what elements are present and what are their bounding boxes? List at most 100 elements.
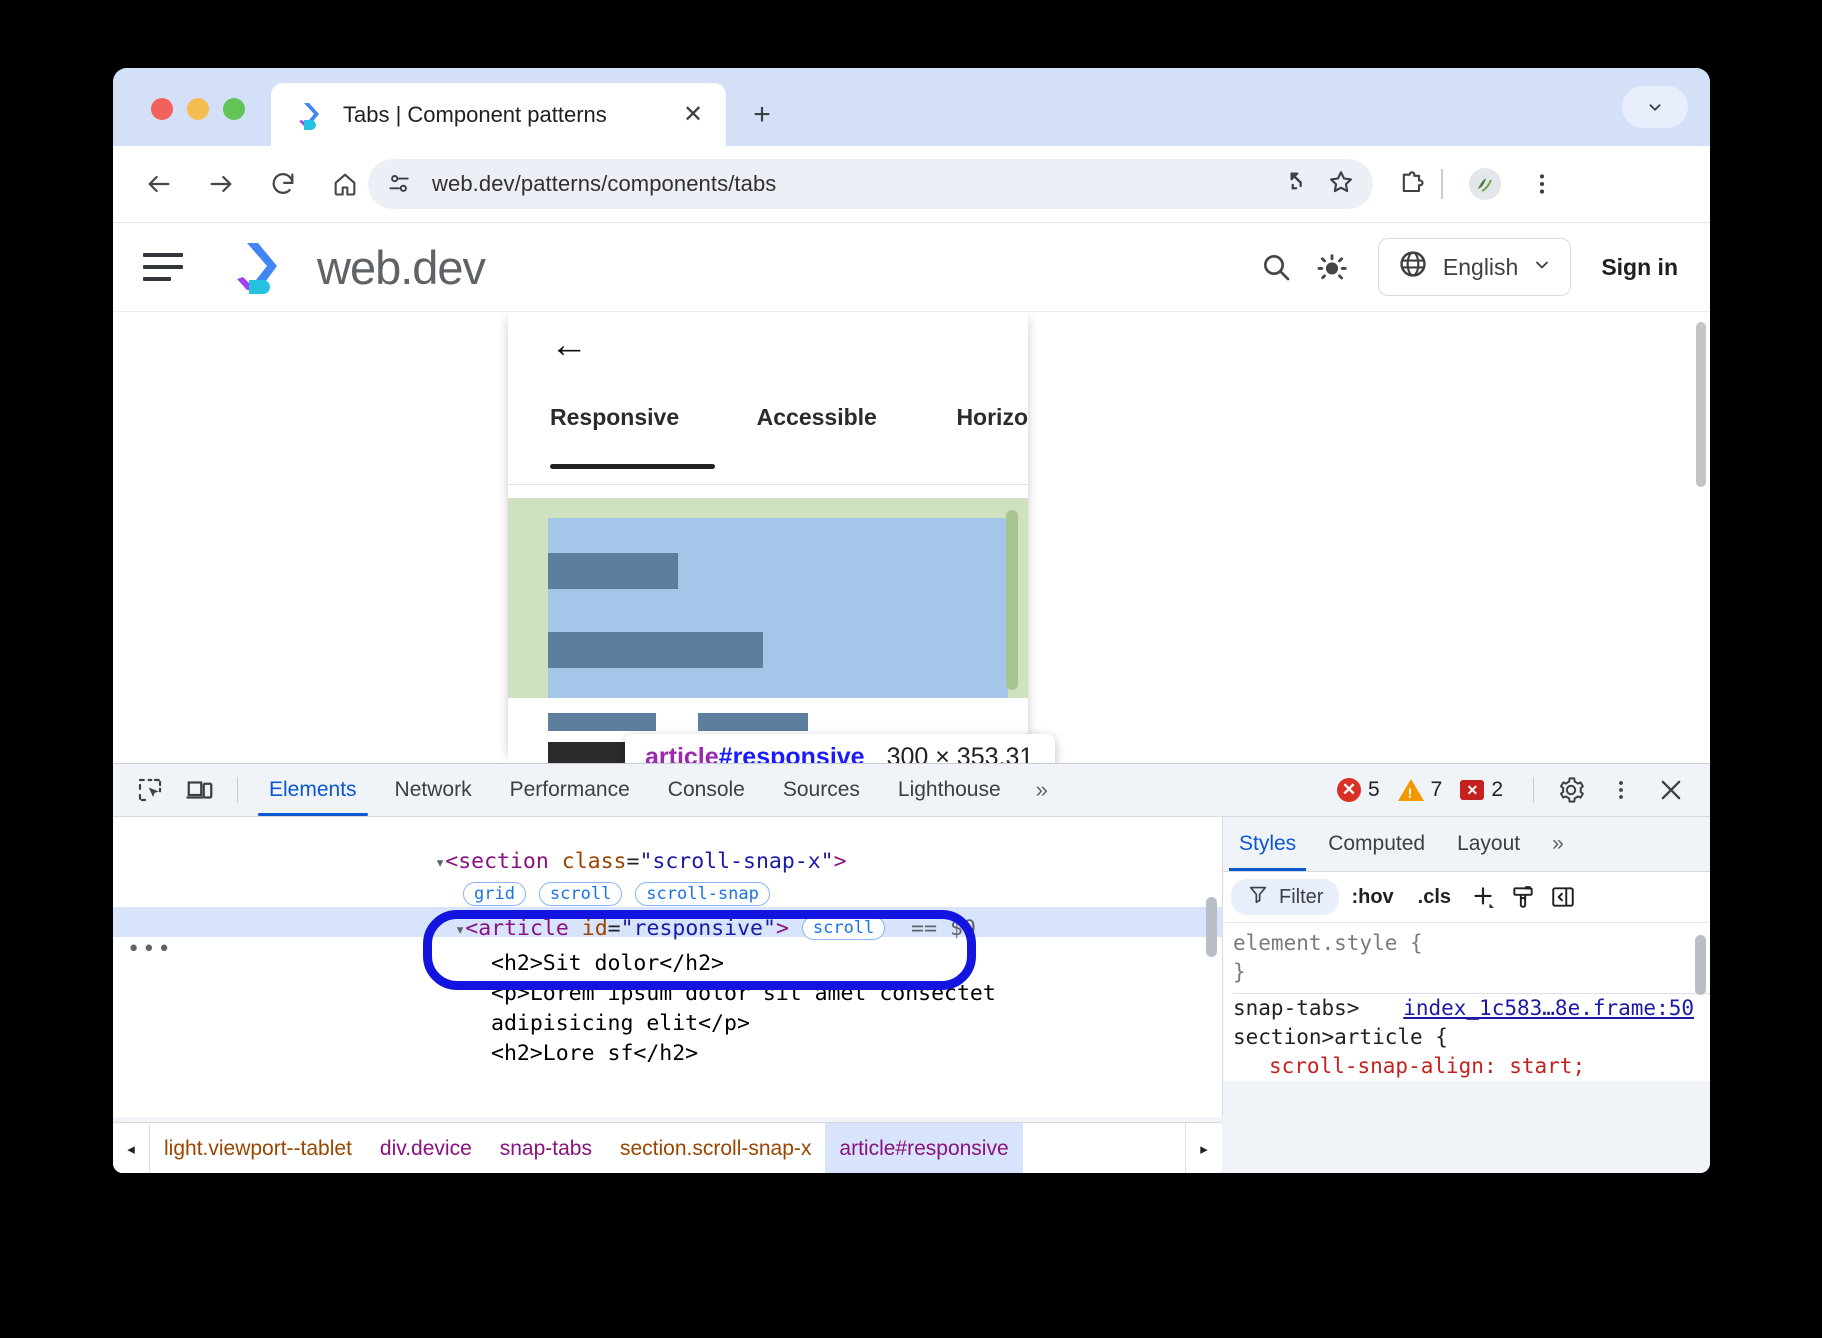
rule-declaration[interactable]: scroll-snap-align: start;	[1233, 1052, 1710, 1081]
webdev-logo-icon[interactable]	[229, 239, 287, 295]
dom-tree-pane[interactable]: ••• ▾<section class="scroll-snap-x"> gri…	[113, 817, 1222, 1117]
rule-element-style[interactable]: element.style {	[1233, 929, 1710, 958]
device-toolbar-icon[interactable]	[175, 765, 225, 815]
avatar-icon[interactable]	[1461, 160, 1509, 208]
breadcrumb-scroll-left[interactable]: ◂	[113, 1123, 150, 1173]
rule-snap-tabs[interactable]: index_1c583…8e.frame:50 snap-tabs> secti…	[1233, 994, 1710, 1052]
tab-console[interactable]: Console	[649, 764, 764, 816]
window-maximize-button[interactable]	[223, 98, 245, 120]
site-brand[interactable]: web.dev	[317, 240, 485, 295]
close-icon[interactable]: ✕	[676, 98, 710, 132]
breadcrumb-item-device[interactable]: div.device	[366, 1123, 486, 1173]
breadcrumb-scroll-right[interactable]: ▸	[1185, 1123, 1222, 1173]
error-icon: ✕	[1337, 778, 1361, 802]
tab-styles[interactable]: Styles	[1223, 817, 1312, 871]
highlight-content-box	[548, 518, 1008, 698]
page-scrollbar[interactable]	[1696, 322, 1706, 487]
back-icon[interactable]	[135, 160, 183, 208]
breadcrumb-item-section[interactable]: section.scroll-snap-x	[606, 1123, 825, 1173]
tab-performance[interactable]: Performance	[491, 764, 649, 816]
browser-toolbar: web.dev/patterns/components/tabs	[113, 146, 1710, 223]
css-property[interactable]: scroll-snap-align	[1269, 1054, 1484, 1078]
breadcrumb-item-viewport[interactable]: light.viewport--tablet	[150, 1123, 366, 1173]
toggle-sidebar-icon[interactable]	[1543, 879, 1583, 915]
window-close-button[interactable]	[151, 98, 173, 120]
more-tabs-icon[interactable]: »	[1020, 777, 1064, 803]
badge-grid[interactable]: grid	[463, 882, 526, 906]
styles-rules[interactable]: element.style { } index_1c583…8e.frame:5…	[1223, 923, 1710, 1081]
demo-tab-responsive[interactable]: Responsive	[550, 404, 757, 431]
tab-computed[interactable]: Computed	[1312, 817, 1441, 871]
paintbrush-icon[interactable]	[1503, 879, 1543, 915]
filter-icon	[1247, 883, 1269, 911]
warning-count: 7	[1431, 778, 1443, 802]
webdev-favicon	[293, 98, 327, 132]
search-icon[interactable]	[1248, 239, 1304, 295]
extensions-icon[interactable]	[1388, 160, 1436, 208]
demo-scrollbar[interactable]	[1006, 510, 1018, 690]
demo-tab-accessible[interactable]: Accessible	[757, 404, 957, 431]
demo-tab-horizontal[interactable]: Horizo	[956, 404, 1028, 431]
tune-icon[interactable]	[386, 171, 412, 197]
hover-state-button[interactable]: :hov	[1339, 886, 1405, 909]
reload-icon[interactable]	[259, 160, 307, 208]
window-minimize-button[interactable]	[187, 98, 209, 120]
element-classes-button[interactable]: .cls	[1406, 886, 1463, 909]
dom-line-p[interactable]: <p>Lorem ipsum dolor sit amet consectet	[113, 979, 1222, 1009]
more-styles-tabs-icon[interactable]: »	[1536, 817, 1580, 871]
browser-tab[interactable]: Tabs | Component patterns ✕	[271, 83, 726, 146]
expand-triangle-icon[interactable]: ▾	[455, 920, 465, 940]
three-dot-menu-icon[interactable]	[1596, 765, 1646, 815]
toolbar-divider	[1441, 169, 1443, 199]
plus-icon[interactable]	[1463, 879, 1503, 915]
brightness-icon[interactable]	[1304, 239, 1360, 295]
tab-lighthouse[interactable]: Lighthouse	[879, 764, 1020, 816]
dom-line-p-cont[interactable]: adipisicing elit</p>	[113, 1009, 1222, 1039]
toolbar-divider	[237, 777, 238, 803]
language-selector[interactable]: English	[1378, 238, 1571, 296]
demo-back-icon[interactable]: ←	[550, 326, 588, 364]
device-frame: ← Responsive Accessible Horizo	[508, 312, 1028, 763]
error-count-badge[interactable]: ✕ 5	[1337, 778, 1380, 802]
breadcrumb-item-article[interactable]: article#responsive	[825, 1123, 1022, 1173]
inspect-element-icon[interactable]	[125, 765, 175, 815]
dom-line-h2-2[interactable]: <h2>Lore sf</h2>	[113, 1039, 1222, 1069]
home-icon[interactable]	[321, 160, 369, 208]
expand-triangle-icon[interactable]: ▾	[435, 853, 445, 873]
css-value[interactable]: : start;	[1484, 1054, 1585, 1078]
gear-icon[interactable]	[1546, 765, 1596, 815]
tab-elements[interactable]: Elements	[250, 764, 376, 816]
styles-scrollbar[interactable]	[1695, 935, 1706, 995]
inspector-id: #responsive	[719, 743, 865, 763]
chevron-down-icon[interactable]	[1622, 86, 1688, 128]
hamburger-icon[interactable]	[143, 253, 183, 281]
styles-tab-bar: Styles Computed Layout »	[1223, 817, 1710, 872]
issue-count-badge[interactable]: ✕ 2	[1460, 778, 1503, 802]
badge-scroll[interactable]: scroll	[539, 882, 622, 906]
breadcrumb-item-snap-tabs[interactable]: snap-tabs	[486, 1123, 606, 1173]
chevron-down-icon	[1532, 254, 1552, 281]
sign-in-button[interactable]: Sign in	[1601, 254, 1678, 281]
badge-scroll-snap[interactable]: scroll-snap	[635, 882, 770, 906]
tab-network[interactable]: Network	[376, 764, 491, 816]
issue-icon: ✕	[1460, 780, 1484, 800]
tab-sources[interactable]: Sources	[764, 764, 879, 816]
dom-line-section[interactable]: ▾<section class="scroll-snap-x">	[113, 817, 1222, 878]
dom-line-article[interactable]: ▾<article id="responsive"> scroll == $0	[113, 910, 1222, 945]
tab-layout[interactable]: Layout	[1441, 817, 1536, 871]
style-source-link[interactable]: index_1c583…8e.frame:50	[1403, 994, 1694, 1023]
badge-scroll[interactable]: scroll	[802, 916, 885, 940]
address-bar[interactable]: web.dev/patterns/components/tabs	[368, 159, 1373, 209]
breadcrumb: ◂ light.viewport--tablet div.device snap…	[113, 1122, 1222, 1173]
star-icon[interactable]	[1327, 168, 1355, 201]
filter-input[interactable]: Filter	[1231, 879, 1339, 915]
warning-count-badge[interactable]: 7	[1398, 778, 1443, 802]
open-in-new-icon[interactable]	[1286, 168, 1313, 200]
close-icon[interactable]	[1646, 765, 1696, 815]
dom-line-h2-1[interactable]: <h2>Sit dolor</h2>	[113, 945, 1222, 979]
devtools-body: ••• ▾<section class="scroll-snap-x"> gri…	[113, 817, 1710, 1117]
forward-icon[interactable]	[197, 160, 245, 208]
three-dot-menu-icon[interactable]	[1518, 160, 1566, 208]
rule-element-style-close: }	[1233, 958, 1710, 987]
new-tab-button[interactable]: +	[743, 96, 781, 134]
